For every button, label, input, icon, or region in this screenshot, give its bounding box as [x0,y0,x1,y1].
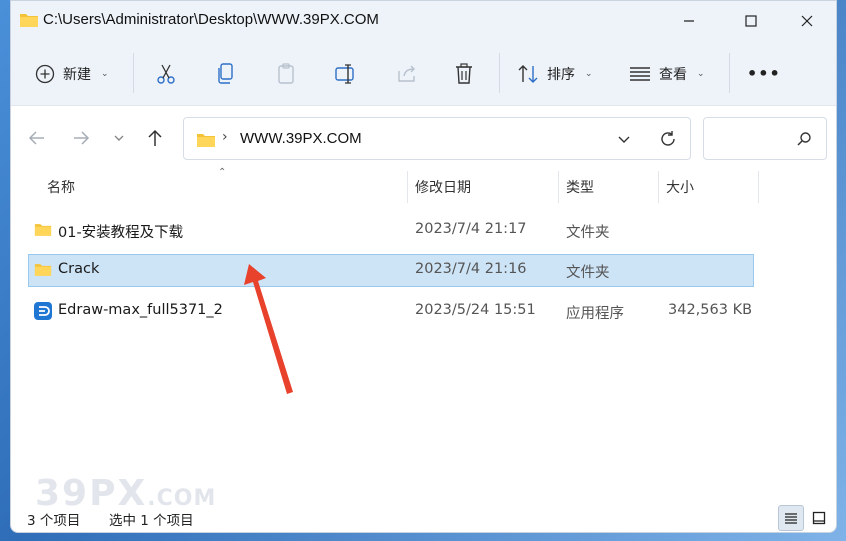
maximize-button[interactable] [720,1,782,41]
close-button[interactable] [776,1,836,41]
column-header-name[interactable]: 名称 [39,168,407,206]
status-bar: 3 个项目 选中 1 个项目 [11,502,836,532]
copy-icon [218,62,233,84]
file-modified: 2023/7/4 21:17 [415,221,527,237]
share-icon [398,65,415,82]
arrow-left-icon [28,131,44,145]
plus-circle-icon [35,64,55,83]
rename-button[interactable] [334,41,358,106]
file-type: 应用程序 [566,306,624,322]
toolbar-divider [499,53,500,93]
file-name: 01-安装教程及下载 [58,225,184,241]
file-modified: 2023/5/24 15:51 [415,302,536,318]
chevron-down-icon: ⌄ [585,68,593,79]
chevron-down-icon: ⌄ [101,68,109,79]
maximize-icon [745,15,757,27]
up-button[interactable] [143,126,167,150]
folder-icon [20,14,38,27]
folder-icon [197,134,215,147]
navigation-bar: › WWW.39PX.COM [11,106,836,168]
copy-button[interactable] [216,41,236,106]
column-header-size[interactable]: 大小 [658,168,758,206]
rename-icon [335,63,354,84]
selection-count: 选中 1 个项目 [109,513,194,529]
column-divider[interactable] [758,171,759,203]
item-count: 3 个项目 [27,513,81,529]
paste-button[interactable] [276,41,296,106]
delete-button[interactable] [454,41,474,106]
cut-button[interactable] [155,41,177,106]
file-size: 342,563 KB [668,302,753,318]
breadcrumb-chevron-icon[interactable]: › [222,129,228,145]
toolbar-divider [133,53,134,93]
file-modified: 2023/7/4 21:16 [415,261,527,277]
refresh-icon[interactable] [659,130,677,148]
trash-icon [456,62,472,84]
folder-icon [34,224,52,236]
file-type: 文件夹 [566,265,610,281]
scissors-icon [157,64,175,84]
sort-button[interactable]: 排序 ⌄ [517,41,593,106]
file-row[interactable]: 01-安装教程及下载 2023/7/4 21:17 文件夹 [28,214,754,247]
new-label: 新建 [63,66,91,83]
file-type: 文件夹 [566,225,610,241]
command-bar: 新建 ⌄ 排序 ⌄ 查看 ⌄ ••• [11,41,836,106]
more-label: ••• [747,64,781,83]
recent-locations-button[interactable] [107,126,131,150]
title-bar: C:\Users\Administrator\Desktop\WWW.39PX.… [11,1,836,41]
sort-icon [518,64,538,83]
file-name: Crack [58,261,100,277]
breadcrumb-current[interactable]: WWW.39PX.COM [240,130,362,147]
application-icon [34,302,52,320]
column-header-type[interactable]: 类型 [558,168,658,206]
back-button[interactable] [25,126,49,150]
forward-button[interactable] [69,126,93,150]
view-label: 查看 [659,66,687,83]
tiles-view-icon [812,511,826,525]
chevron-down-icon: ⌄ [697,68,705,79]
details-view-icon [785,513,797,524]
paste-icon [278,62,294,84]
toolbar-divider [729,53,730,93]
details-view-button[interactable] [778,505,804,531]
chevron-down-icon [114,135,124,141]
sort-label: 排序 [547,66,575,83]
minimize-icon [684,20,694,22]
window-title: C:\Users\Administrator\Desktop\WWW.39PX.… [43,11,379,28]
folder-icon [34,264,52,276]
file-explorer-window: C:\Users\Administrator\Desktop\WWW.39PX.… [10,0,837,533]
new-button[interactable]: 新建 ⌄ [35,41,109,106]
search-box[interactable] [703,117,827,160]
view-button[interactable]: 查看 ⌄ [629,41,705,106]
chevron-down-icon[interactable] [616,131,632,147]
column-header-modified[interactable]: 修改日期 [407,168,558,206]
address-bar[interactable]: › WWW.39PX.COM [183,117,691,160]
minimize-button[interactable] [658,1,720,41]
more-options-button[interactable]: ••• [747,41,781,106]
close-icon [801,15,813,27]
file-row[interactable]: Edraw-max_full5371_2 2023/5/24 15:51 应用程… [28,295,754,328]
file-name: Edraw-max_full5371_2 [58,302,223,318]
search-icon [797,132,811,146]
share-button[interactable] [396,41,418,106]
view-list-icon [630,66,650,81]
file-row-selected[interactable]: Crack 2023/7/4 21:16 文件夹 [28,254,754,287]
tiles-view-button[interactable] [806,505,832,531]
arrow-up-icon [148,129,162,146]
arrow-right-icon [74,131,90,145]
